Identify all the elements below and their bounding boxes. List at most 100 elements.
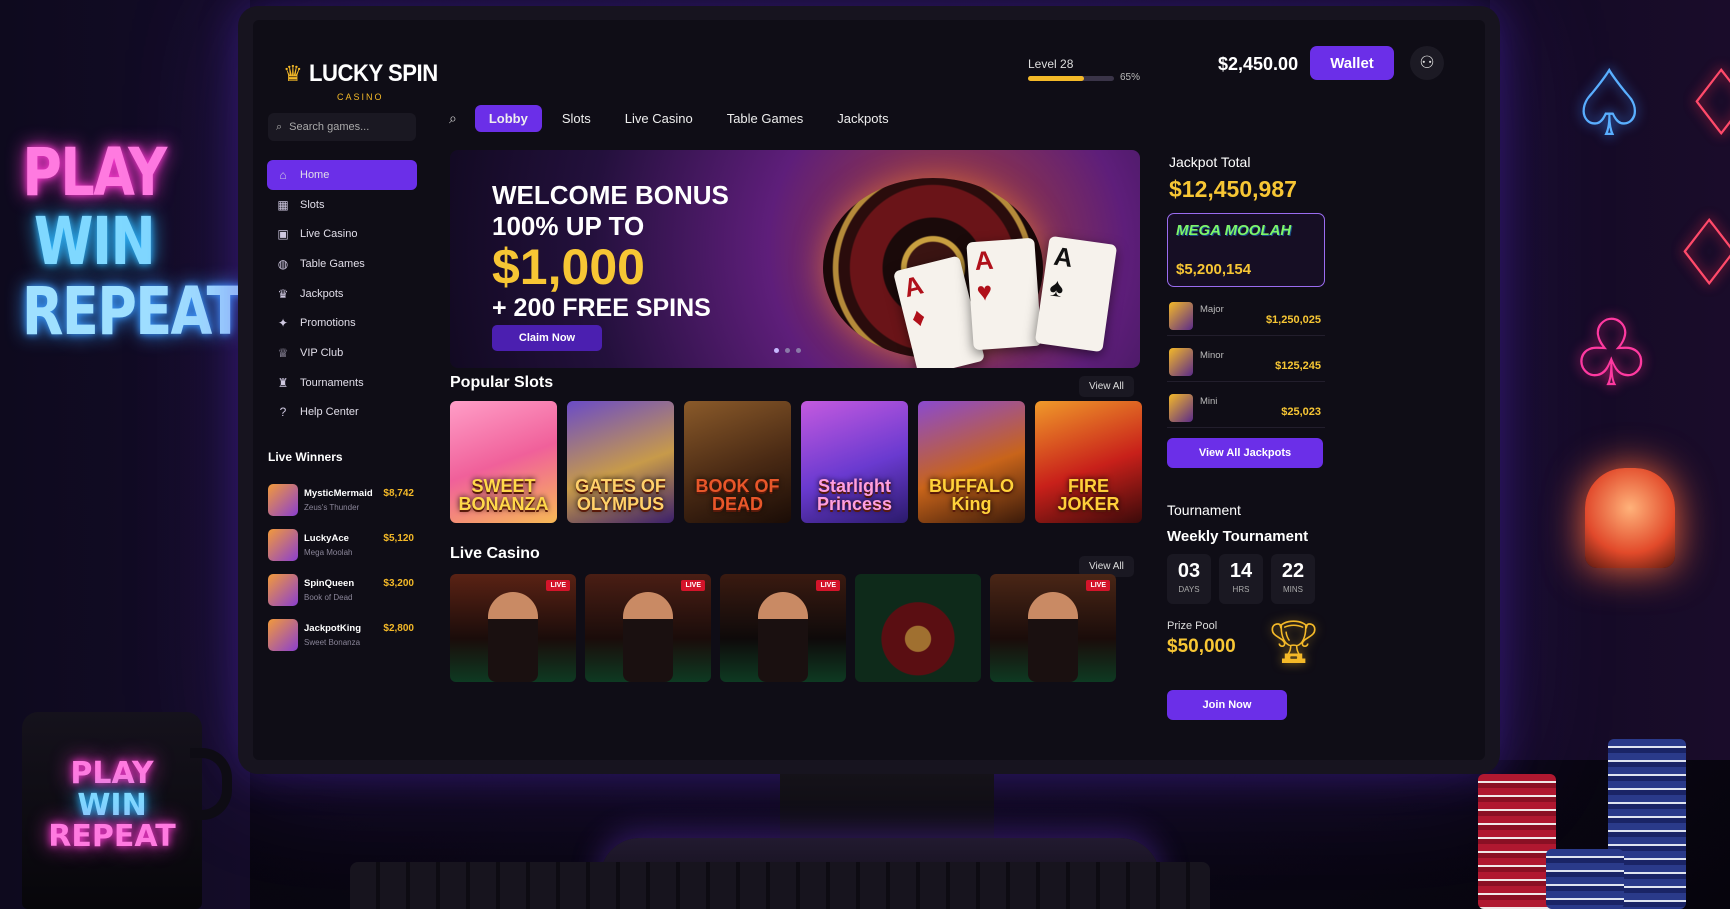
sidebar-item-help-center[interactable]: ? Help Center	[267, 398, 417, 428]
vip-icon: ♕	[277, 345, 289, 360]
slot-game-card[interactable]: SWEET BONANZA	[450, 401, 557, 523]
balance: $2,450.00	[1218, 54, 1299, 74]
carousel-dot-3[interactable]	[796, 348, 801, 353]
live-winner-row[interactable]: LuckyAce Mega Moolah $5,120	[268, 527, 416, 565]
dealer-image	[488, 592, 538, 682]
winner-game: Book of Dead	[304, 593, 353, 602]
live-badge: LIVE	[681, 580, 705, 591]
winner-amount: $3,200	[383, 578, 414, 589]
live-table-card[interactable]	[855, 574, 981, 682]
tabs-search-icon[interactable]: ⌕	[441, 110, 465, 127]
jackpot-tier-row[interactable]: Major $1,250,025	[1167, 296, 1325, 336]
sidebar-item-live-casino[interactable]: ▣ Live Casino	[267, 219, 417, 249]
featured-jackpot[interactable]: MEGA MOOLAH $5,200,154	[1167, 213, 1325, 287]
search-box[interactable]: ⌕ Search games...	[268, 113, 416, 141]
tab-live-casino[interactable]: Live Casino	[611, 105, 707, 132]
tab-table-games[interactable]: Table Games	[713, 105, 818, 132]
neon-repeat: REPEAT	[21, 272, 244, 350]
slot-game-card[interactable]: BOOK OF DEAD	[684, 401, 791, 523]
jackpot-tier-icon	[1169, 394, 1193, 422]
user-profile-button[interactable]: ⚇	[1410, 46, 1444, 80]
level-progress-track	[1028, 76, 1114, 81]
sidebar-item-tournaments[interactable]: ♜ Tournaments	[267, 368, 417, 398]
winner-avatar	[268, 619, 298, 651]
level-progress-fill	[1028, 76, 1084, 81]
sidebar-item-home[interactable]: ⌂ Home	[267, 160, 417, 190]
sidebar-item-label: Slots	[300, 198, 325, 211]
wallet-button[interactable]: Wallet	[1310, 46, 1394, 80]
claim-now-button[interactable]: Claim Now	[492, 325, 602, 351]
live-table-card[interactable]: LIVE	[450, 574, 576, 682]
lamp	[1585, 468, 1675, 568]
sidebar-item-jackpots[interactable]: ♛ Jackpots	[267, 279, 417, 309]
sidebar-item-slots[interactable]: ▦ Slots	[267, 190, 417, 220]
neon-play: PLAY	[22, 134, 167, 211]
logo-title: LUCKY SPIN	[308, 60, 438, 87]
join-now-button[interactable]: Join Now	[1167, 690, 1287, 720]
search-input[interactable]: Search games...	[289, 121, 369, 133]
dealer-image	[1028, 592, 1078, 682]
neon-diamond-icon-2: ♢	[1668, 200, 1730, 307]
popular-slots-title: Popular Slots	[450, 374, 554, 391]
tab-jackpots[interactable]: Jackpots	[823, 105, 902, 132]
live-winner-row[interactable]: SpinQueen Book of Dead $3,200	[268, 572, 416, 610]
winner-avatar	[268, 529, 298, 561]
jackpot-tier-name: Major	[1200, 304, 1224, 315]
live-winner-row[interactable]: JackpotKing Sweet Bonanza $2,800	[268, 617, 416, 655]
tournament-panel: Tournament Weekly Tournament 03 DAYS 14 HRS…	[1159, 494, 1331, 760]
popular-slots-view-all[interactable]: View All	[1079, 376, 1134, 397]
prize-pool-label: Prize Pool	[1167, 620, 1218, 632]
slot-game-card[interactable]: Starlight Princess	[801, 401, 908, 523]
winner-amount: $8,742	[383, 488, 414, 499]
sidebar-item-label: Promotions	[300, 317, 356, 330]
live-casino-title: Live Casino	[450, 545, 540, 562]
slot-game-name: Starlight Princess	[816, 476, 893, 514]
live-casino-icon: ▣	[277, 227, 289, 242]
winner-name: JackpotKing	[304, 623, 362, 634]
mug-text-play: PLAY	[70, 756, 154, 791]
slot-game-name: GATES OF OLYMPUS	[575, 476, 666, 514]
view-all-jackpots-button[interactable]: View All Jackpots	[1167, 438, 1323, 468]
level-progress-text: 65%	[1120, 72, 1141, 83]
tab-lobby[interactable]: Lobby	[474, 104, 542, 132]
countdown-unit: HRS	[1232, 585, 1250, 594]
slot-game-name: FIRE JOKER	[1057, 476, 1120, 514]
neon-spade-icon: ♤	[1568, 50, 1651, 157]
jackpot-tier-row[interactable]: Minor $125,245	[1167, 342, 1325, 382]
jackpot-tier-name: Mini	[1200, 396, 1218, 407]
sidebar-item-vip-club[interactable]: ♕ VIP Club	[267, 338, 417, 368]
slot-game-card[interactable]: GATES OF OLYMPUS	[567, 401, 674, 523]
level-label: Level 28	[1028, 57, 1074, 71]
sidebar-item-label: VIP Club	[300, 346, 344, 359]
tabs-list: Lobby Slots Live Casino Table Games Jackpots	[474, 104, 903, 132]
slots-icon: ▦	[277, 197, 289, 212]
winner-avatar	[268, 574, 298, 606]
welcome-bonus-banner[interactable]: A ♦ A ♥ A ♠ WELCOME BONUS 100% UP TO $1,000…	[450, 150, 1140, 368]
carousel-dot-2[interactable]	[785, 348, 790, 353]
tab-slots[interactable]: Slots	[548, 105, 605, 132]
live-table-card[interactable]: LIVE	[585, 574, 711, 682]
logo[interactable]: ♛ LUCKY SPIN	[283, 60, 449, 88]
jackpot-total-label: Jackpot Total	[1169, 154, 1251, 170]
countdown-value: 22	[1281, 560, 1305, 582]
live-winners-title: Live Winners	[268, 450, 343, 464]
live-table-card[interactable]: LIVE	[720, 574, 846, 682]
jackpot-tier-row[interactable]: Mini $25,023	[1167, 388, 1325, 428]
sidebar-item-label: Home	[300, 168, 330, 181]
mug-text-repeat: REPEAT	[48, 819, 176, 854]
neon-win: WIN	[33, 203, 156, 281]
home-icon: ⌂	[279, 167, 287, 182]
slot-game-card[interactable]: FIRE JOKER	[1035, 401, 1142, 523]
live-table-card[interactable]: LIVE	[990, 574, 1116, 682]
winner-amount: $2,800	[383, 623, 414, 634]
search-icon: ⌕	[276, 120, 283, 133]
countdown-unit: DAYS	[1178, 585, 1200, 594]
carousel-dot-1[interactable]	[774, 348, 779, 353]
sidebar-item-promotions[interactable]: ✦ Promotions	[267, 308, 417, 338]
slot-game-name: SWEET BONANZA	[458, 476, 549, 514]
winner-avatar	[268, 484, 298, 516]
sidebar-item-table-games[interactable]: ◍ Table Games	[267, 249, 417, 279]
tournament-name: Weekly Tournament	[1167, 528, 1309, 545]
slot-game-card[interactable]: BUFFALO King	[918, 401, 1025, 523]
live-winner-row[interactable]: MysticMermaid Zeus's Thunder $8,742	[268, 482, 416, 520]
